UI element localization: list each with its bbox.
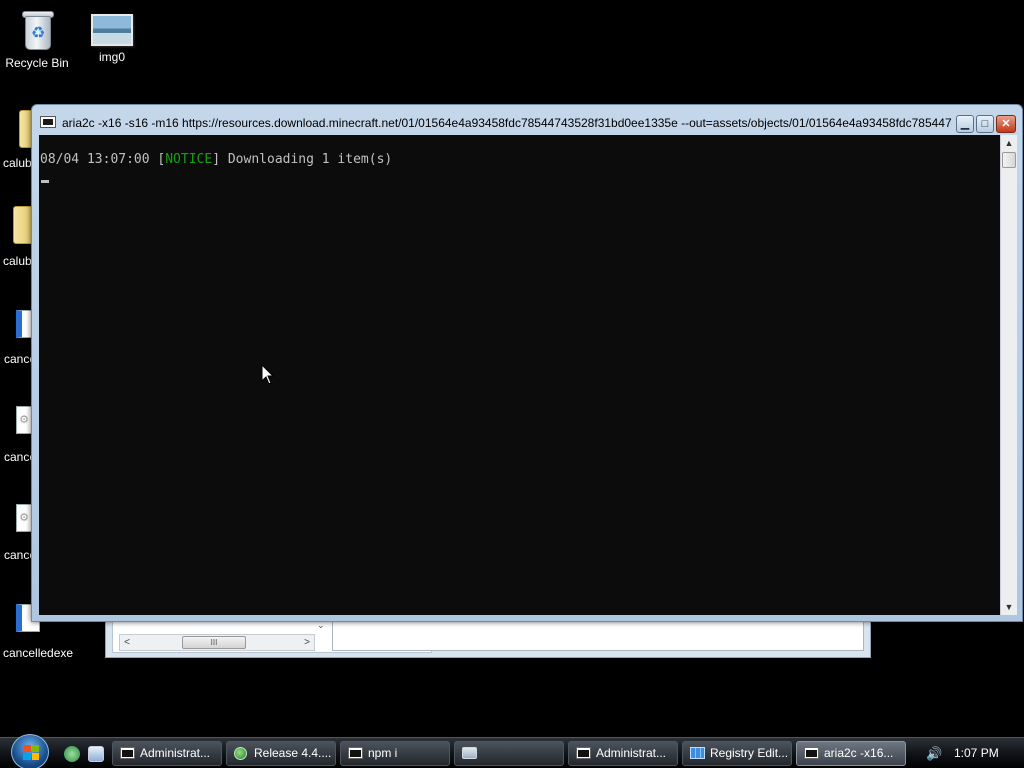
scroll-left-button[interactable]: < — [120, 635, 134, 650]
desktop-icon-label: cancelledexe — [3, 646, 74, 660]
start-button[interactable] — [11, 734, 49, 768]
quick-launch-show-desktop-icon[interactable] — [88, 746, 104, 762]
log-timestamp: 08/04 13:07:00 [ — [40, 152, 166, 167]
console-icon — [40, 116, 56, 128]
maximize-button[interactable]: □ — [976, 115, 994, 133]
quick-launch-browser-icon[interactable] — [64, 746, 80, 762]
volume-icon[interactable]: 🔊 — [926, 741, 942, 766]
desktop-icon-recycle-bin[interactable]: ♻ Recycle Bin — [1, 8, 73, 70]
folder-icon[interactable] — [13, 206, 33, 244]
scrollbar-thumb[interactable]: III — [182, 636, 246, 649]
scrollbar-thumb[interactable] — [1002, 152, 1016, 168]
log-line: 08/04 13:07:00 [NOTICE] Downloading 1 it… — [40, 152, 1000, 168]
taskbar-item-label: Administrat... — [596, 746, 667, 760]
taskbar-item-label: Release 4.4.... — [254, 746, 332, 760]
taskbar-item-aria2c[interactable]: aria2c -x16... — [796, 741, 906, 766]
taskbar-item-label: Registry Edit... — [710, 746, 789, 760]
desktop: ♻ Recycle Bin img0 calub calub cance ⚙ c… — [0, 0, 1024, 768]
windows-logo-icon — [23, 745, 39, 760]
taskbar-item-registry-editor[interactable]: Registry Edit... — [682, 741, 792, 766]
settings-file-icon[interactable]: ⚙ — [16, 504, 32, 532]
window-title: aria2c -x16 -s16 -m16 https://resources.… — [62, 116, 952, 130]
scroll-down-button[interactable]: ▼ — [1001, 599, 1017, 615]
console-window[interactable]: aria2c -x16 -s16 -m16 https://resources.… — [31, 104, 1023, 622]
taskbar-item-release[interactable]: Release 4.4.... — [226, 741, 336, 766]
minimize-button[interactable]: ▁ — [956, 115, 974, 133]
taskbar-item-administrator-cmd-1[interactable]: Administrat... — [112, 741, 222, 766]
desktop-icon-label: img0 — [98, 50, 125, 64]
taskbar-item-camera[interactable] — [454, 741, 564, 766]
desktop-icon-img0[interactable]: img0 — [76, 8, 148, 64]
taskbar-item-label: aria2c -x16... — [824, 746, 894, 760]
text-cursor — [41, 180, 49, 183]
scroll-up-button[interactable]: ▲ — [1001, 135, 1017, 151]
taskbar: Administrat... Release 4.4.... npm i Adm… — [0, 734, 1024, 768]
log-message: ] Downloading 1 item(s) — [212, 152, 393, 167]
taskbar-item-administrator-cmd-2[interactable]: Administrat... — [568, 741, 678, 766]
globe-icon — [234, 747, 247, 760]
cmd-icon — [348, 747, 363, 759]
desktop-icon-label: calub — [3, 254, 32, 268]
taskbar-item-label: Administrat... — [140, 746, 211, 760]
cmd-icon — [804, 747, 819, 759]
document-icon[interactable] — [16, 310, 32, 338]
camera-icon — [462, 747, 477, 759]
settings-file-icon[interactable]: ⚙ — [16, 406, 32, 434]
mouse-pointer-icon — [261, 364, 275, 385]
scroll-right-button[interactable]: > — [300, 635, 314, 650]
content-pane[interactable] — [332, 621, 864, 651]
system-tray: 🔊 1:07 PM — [916, 741, 1022, 766]
cmd-icon — [576, 747, 591, 759]
desktop-icon-label: calub — [3, 156, 32, 170]
registry-icon — [690, 747, 705, 759]
recycle-bin-icon: ♻ — [19, 8, 55, 52]
taskbar-item-label: npm i — [368, 746, 398, 760]
close-button[interactable]: ✕ — [996, 115, 1016, 133]
console-output[interactable]: 08/04 13:07:00 [NOTICE] Downloading 1 it… — [39, 135, 1000, 615]
title-bar[interactable]: aria2c -x16 -s16 -m16 https://resources.… — [32, 105, 1022, 135]
horizontal-scrollbar[interactable]: < III > — [119, 634, 315, 651]
desktop-icon-label: Recycle Bin — [5, 56, 69, 70]
vertical-scrollbar[interactable]: ▲ ▼ — [1000, 135, 1017, 615]
clock[interactable]: 1:07 PM — [954, 741, 999, 766]
log-level: NOTICE — [165, 152, 213, 167]
image-file-icon — [91, 14, 133, 46]
cmd-icon — [120, 747, 135, 759]
taskbar-item-npm[interactable]: npm i — [340, 741, 450, 766]
